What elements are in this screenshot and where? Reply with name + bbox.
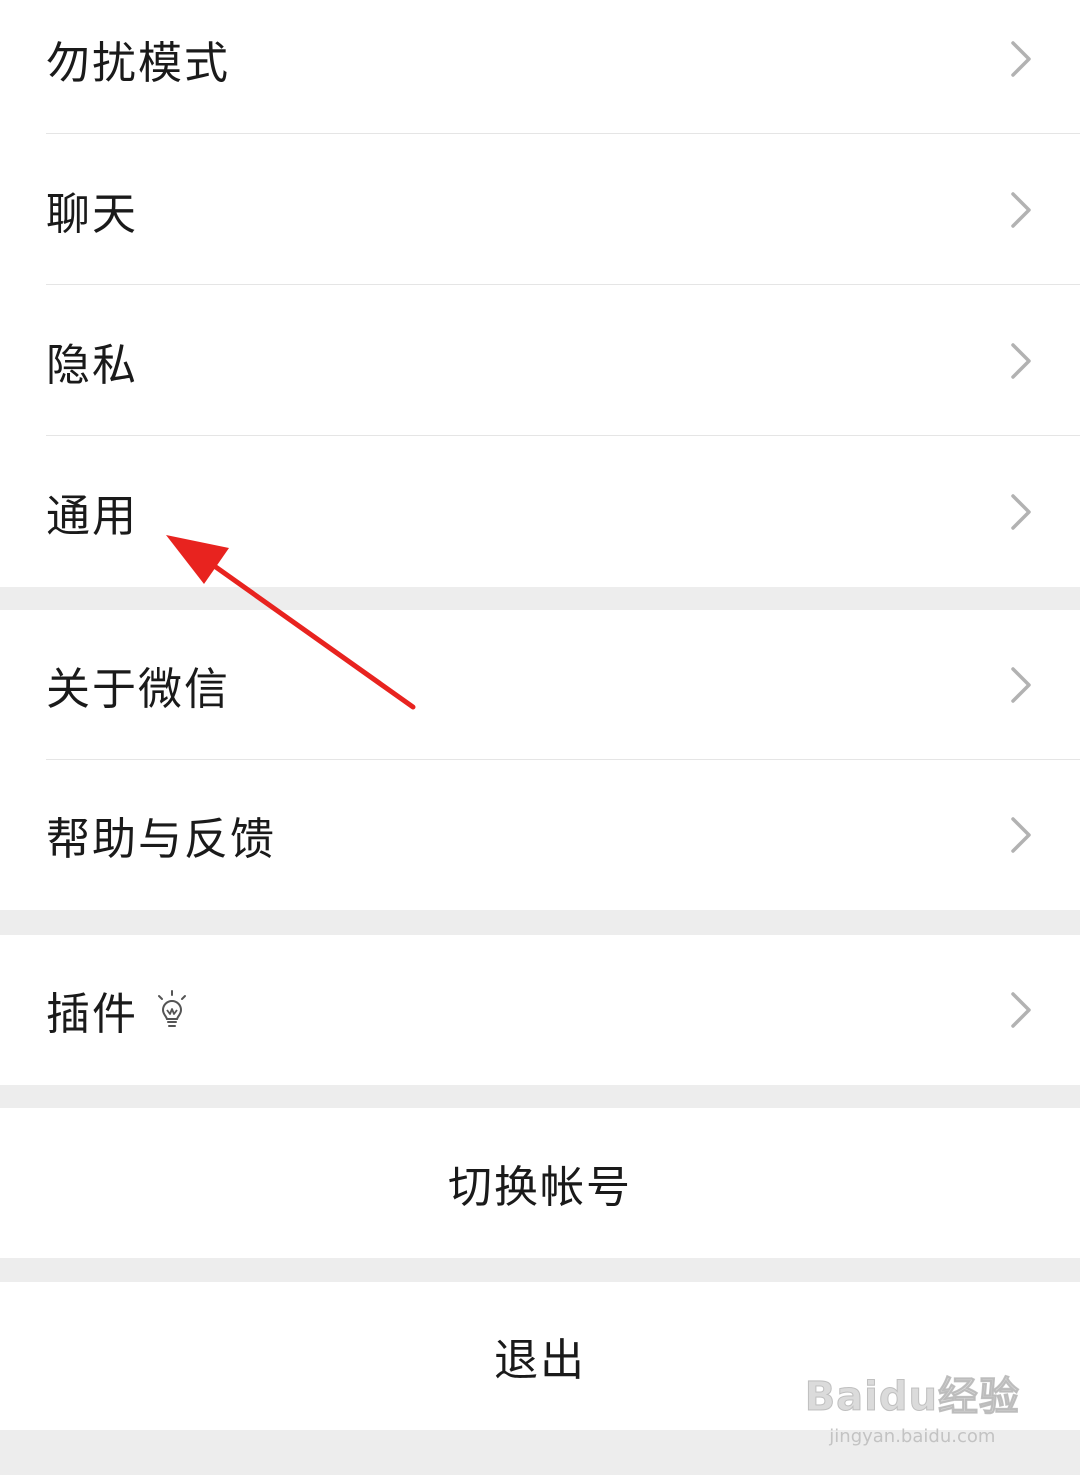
settings-group-3: 插件 xyxy=(0,935,1080,1085)
settings-item-privacy[interactable]: 隐私 xyxy=(0,285,1080,436)
settings-item-label: 通用 xyxy=(46,490,138,542)
settings-item-do-not-disturb[interactable]: 勿扰模式 xyxy=(0,0,1080,134)
settings-item-label: 帮助与反馈 xyxy=(46,814,276,865)
switch-account-label: 切换帐号 xyxy=(448,1162,632,1213)
settings-item-label: 关于微信 xyxy=(46,664,230,715)
logout-button[interactable]: 退出 xyxy=(0,1282,1080,1430)
logout-group: 退出 xyxy=(0,1282,1080,1430)
chevron-right-icon xyxy=(1011,992,1031,1028)
chevron-right-icon xyxy=(1011,191,1031,228)
chevron-right-icon xyxy=(1011,342,1031,379)
chevron-right-icon xyxy=(1011,40,1031,77)
chevron-right-icon xyxy=(1011,493,1031,530)
settings-item-general[interactable]: 通用 xyxy=(0,436,1080,587)
settings-item-chat[interactable]: 聊天 xyxy=(0,134,1080,285)
switch-account-group: 切换帐号 xyxy=(0,1108,1080,1258)
settings-group-1: 勿扰模式 聊天 隐私 通用 xyxy=(0,0,1080,587)
chevron-right-icon xyxy=(1011,667,1031,703)
settings-group-2: 关于微信 帮助与反馈 xyxy=(0,610,1080,910)
settings-item-about-wechat[interactable]: 关于微信 xyxy=(0,610,1080,760)
settings-item-plugins[interactable]: 插件 xyxy=(0,935,1080,1085)
settings-item-label: 插件 xyxy=(46,989,138,1040)
settings-item-label: 聊天 xyxy=(46,188,138,240)
lightbulb-icon xyxy=(158,990,186,1027)
settings-item-help-feedback[interactable]: 帮助与反馈 xyxy=(0,760,1080,910)
settings-item-label: 隐私 xyxy=(46,339,138,391)
chevron-right-icon xyxy=(1011,817,1031,853)
logout-label: 退出 xyxy=(494,1335,586,1386)
switch-account-button[interactable]: 切换帐号 xyxy=(0,1108,1080,1258)
settings-item-label: 勿扰模式 xyxy=(46,37,230,89)
